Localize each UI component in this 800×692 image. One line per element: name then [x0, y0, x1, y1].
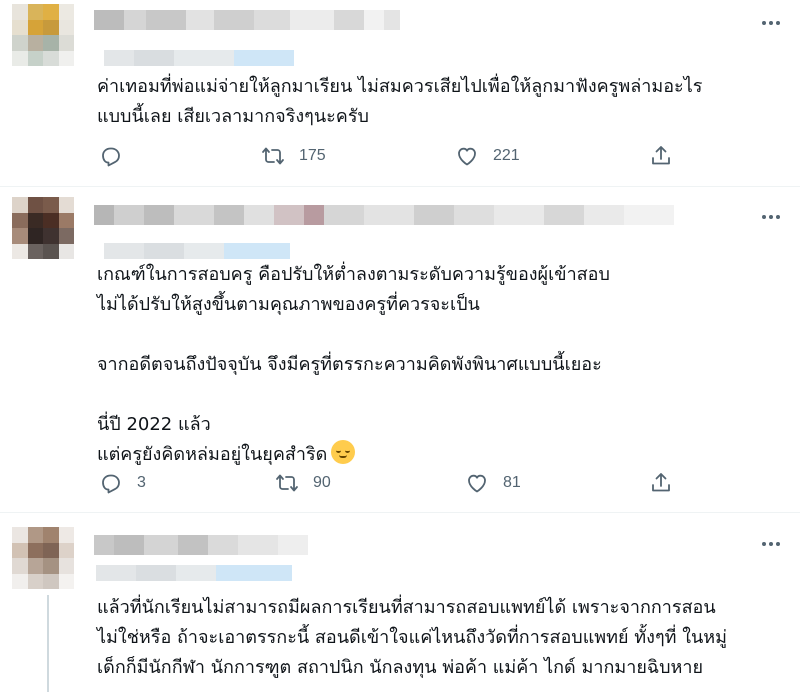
tweet-2[interactable]: เกณฑ์ในการสอบครู คือปรับให้ต่ำลงตามระดับ… [0, 187, 800, 512]
retweet-count: 90 [313, 474, 331, 491]
display-name-redacted[interactable] [94, 10, 414, 30]
retweet-button[interactable]: 90 [275, 469, 331, 497]
reply-count: 3 [137, 474, 146, 491]
more-icon[interactable] [760, 212, 782, 222]
retweet-count: 175 [299, 147, 326, 164]
handle-redacted[interactable] [104, 243, 290, 259]
like-button[interactable]: 81 [465, 469, 521, 497]
tweet-actions: 175 221 [97, 142, 697, 170]
reply-icon [102, 147, 120, 167]
display-name-redacted[interactable] [94, 535, 308, 555]
like-button[interactable]: 221 [455, 142, 520, 170]
thread-connector [47, 595, 49, 692]
display-name-redacted[interactable] [94, 205, 674, 225]
tweet-text: แล้วที่นักเรียนไม่สามารถมีผลการเรียนที่ส… [97, 597, 728, 678]
tweet-actions: 3 90 81 [97, 469, 697, 497]
share-button[interactable] [649, 469, 673, 497]
retweet-button[interactable]: 175 [261, 142, 326, 170]
avatar[interactable] [12, 4, 74, 66]
reply-icon [102, 474, 120, 494]
like-count: 221 [493, 147, 520, 164]
reply-button[interactable] [99, 142, 137, 170]
tweet-3[interactable]: แล้วที่นักเรียนไม่สามารถมีผลการเรียนที่ส… [0, 513, 800, 692]
emoji-relieved-icon [331, 440, 356, 464]
share-icon [652, 146, 670, 165]
more-icon[interactable] [760, 18, 782, 28]
avatar[interactable] [12, 527, 74, 589]
handle-redacted[interactable] [104, 50, 294, 66]
share-button[interactable] [649, 142, 673, 170]
retweet-icon [262, 147, 284, 165]
reply-button[interactable]: 3 [99, 469, 146, 497]
tweet-text: เกณฑ์ในการสอบครู คือปรับให้ต่ำลงตามระดับ… [97, 260, 787, 470]
handle-redacted[interactable] [96, 565, 292, 581]
tweet-1[interactable]: ค่าเทอมที่พ่อแม่จ่ายให้ลูกมาเรียน ไม่สมค… [0, 0, 800, 186]
like-icon [458, 147, 476, 166]
avatar[interactable] [12, 197, 74, 259]
like-count: 81 [503, 474, 521, 491]
like-icon [468, 474, 486, 493]
retweet-icon [276, 474, 298, 492]
more-icon[interactable] [760, 539, 782, 549]
tweet-text: ค่าเทอมที่พ่อแม่จ่ายให้ลูกมาเรียน ไม่สมค… [97, 76, 703, 127]
tweet-text-content: เกณฑ์ในการสอบครู คือปรับให้ต่ำลงตามระดับ… [97, 264, 610, 465]
share-icon [652, 473, 670, 492]
